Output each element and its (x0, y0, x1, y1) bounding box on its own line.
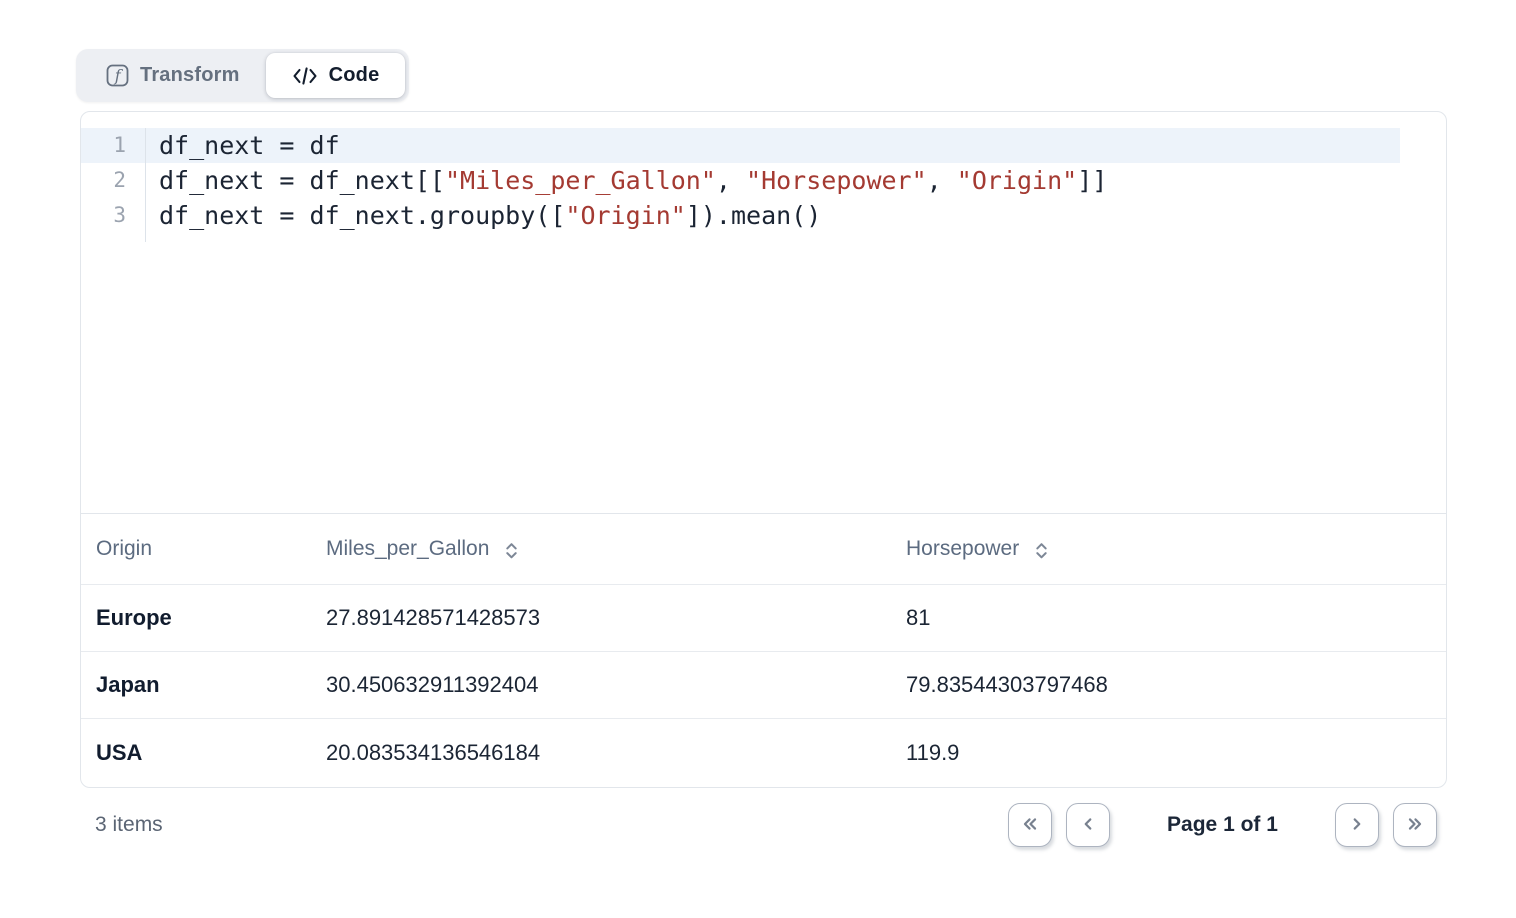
code-line[interactable]: 2df_next = df_next[["Miles_per_Gallon", … (81, 163, 1400, 198)
cell-miles-per-gallon: 20.083534136546184 (311, 719, 891, 786)
code-string-token: "Miles_per_Gallon" (445, 166, 716, 195)
code-editor[interactable]: 1df_next = df2df_next = df_next[["Miles_… (81, 112, 1446, 514)
tab-transform[interactable]: f Transform (80, 53, 266, 98)
line-number: 1 (81, 128, 146, 163)
column-header-horsepower[interactable]: Horsepower (891, 514, 1446, 584)
gutter-spacer (81, 233, 1400, 242)
column-header-label: Horsepower (906, 537, 1019, 561)
line-number: 3 (81, 198, 146, 233)
next-page-button[interactable] (1335, 803, 1379, 847)
code-token: ]).mean() (686, 201, 821, 230)
cell-horsepower: 81 (891, 585, 1446, 651)
code-line[interactable]: 1 df_next = df (81, 128, 1400, 163)
column-header-label: Miles_per_Gallon (326, 537, 489, 561)
table-row: USA20.083534136546184119.9 (81, 719, 1446, 786)
tab-code[interactable]: Code (266, 53, 406, 98)
chevrons-up-down-icon[interactable] (503, 540, 520, 561)
gutter-spacer-cell (81, 233, 146, 242)
chevrons-right-icon (1404, 813, 1426, 838)
cell-horsepower: 79.83544303797468 (891, 652, 1446, 718)
cell-horsepower: 119.9 (891, 719, 1446, 786)
cell-miles-per-gallon: 30.450632911392404 (311, 652, 891, 718)
tab-code-label: Code (329, 64, 380, 87)
table-body: Europe27.89142857142857381Japan30.450632… (81, 585, 1446, 786)
code-string-token: "Origin" (565, 201, 685, 230)
page: f Transform Code 1df_next = df2df_next =… (0, 0, 1516, 918)
code-text: df_next = df (146, 128, 340, 163)
column-header-label: Origin (96, 537, 152, 561)
column-header-origin: Origin (81, 514, 311, 584)
code-string-token: "Horsepower" (746, 166, 927, 195)
code-string-token: "Origin" (957, 166, 1077, 195)
cell-miles-per-gallon: 27.891428571428573 (311, 585, 891, 651)
chevron-left-icon (1077, 813, 1099, 838)
cell-origin: Europe (81, 585, 311, 651)
chevrons-up-down-icon[interactable] (1033, 540, 1050, 561)
first-page-button[interactable] (1008, 803, 1052, 847)
cell-origin: Japan (81, 652, 311, 718)
svg-text:f: f (114, 66, 124, 85)
table-footer: 3 items Page 1 of 1 (80, 800, 1447, 850)
view-mode-tabs: f Transform Code (76, 49, 409, 102)
table-header: Origin Miles_per_Gallon Horsepower (81, 514, 1446, 585)
code-token: df_next = df (159, 131, 340, 160)
code-line[interactable]: 3df_next = df_next.groupby(["Origin"]).m… (81, 198, 1400, 233)
page-indicator: Page 1 of 1 (1166, 813, 1279, 837)
code-token: , (927, 166, 957, 195)
code-brackets-icon (292, 65, 318, 87)
code-token: df_next = df_next.groupby([ (159, 201, 565, 230)
table-row: Japan30.45063291139240479.83544303797468 (81, 652, 1446, 719)
code-token: df_next = df_next[[ (159, 166, 445, 195)
items-count: 3 items (80, 813, 163, 837)
code-and-table-panel: 1df_next = df2df_next = df_next[["Miles_… (80, 111, 1447, 788)
chevron-right-icon (1346, 813, 1368, 838)
table-row: Europe27.89142857142857381 (81, 585, 1446, 652)
code-token: ]] (1077, 166, 1107, 195)
tab-transform-label: Transform (140, 64, 240, 87)
pagination: Page 1 of 1 (1008, 803, 1437, 847)
code-token: , (716, 166, 746, 195)
function-icon: f (106, 64, 129, 87)
last-page-button[interactable] (1393, 803, 1437, 847)
code-lines: 1df_next = df2df_next = df_next[["Miles_… (81, 128, 1400, 242)
prev-page-button[interactable] (1066, 803, 1110, 847)
chevrons-left-icon (1019, 813, 1041, 838)
code-text: df_next = df_next.groupby(["Origin"]).me… (146, 198, 821, 233)
line-number: 2 (81, 163, 146, 198)
code-text: df_next = df_next[["Miles_per_Gallon", "… (146, 163, 1107, 198)
column-header-miles_per_gallon[interactable]: Miles_per_Gallon (311, 514, 891, 584)
cell-origin: USA (81, 719, 311, 786)
